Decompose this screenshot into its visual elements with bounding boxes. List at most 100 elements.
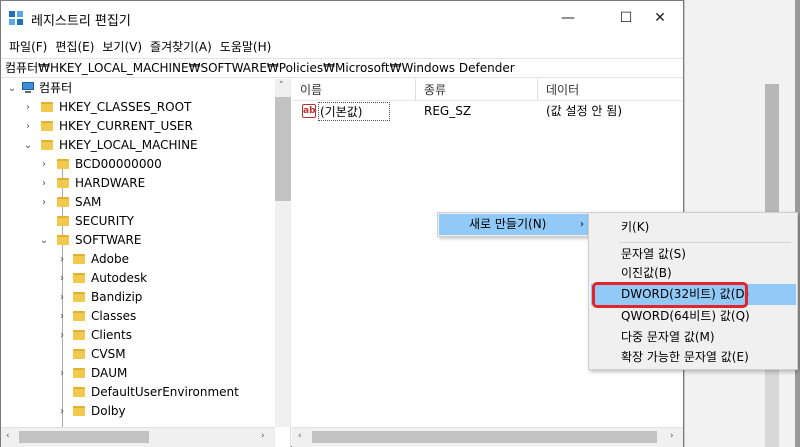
folder-icon [57, 235, 69, 245]
folder-icon [73, 330, 85, 340]
expand-icon[interactable]: › [57, 269, 67, 288]
folder-icon [73, 292, 85, 302]
tree-item-dolby[interactable]: › Dolby [1, 402, 271, 421]
submenu-item-key[interactable]: 키(K) [591, 217, 796, 238]
tree-item-hklm[interactable]: ⌄ HKEY_LOCAL_MACHINE [1, 136, 271, 155]
tree-item-security[interactable]: SECURITY [1, 212, 271, 231]
tree-item-daum[interactable]: › DAUM [1, 364, 271, 383]
tree-item-bcd[interactable]: › BCD00000000 [1, 155, 271, 174]
tree-item-classes[interactable]: › Classes [1, 307, 271, 326]
tree-item-label: HARDWARE [75, 176, 146, 190]
tree-item-cvsm[interactable]: CVSM [1, 345, 271, 364]
folder-icon [41, 102, 53, 112]
tree-item-sam[interactable]: › SAM [1, 193, 271, 212]
registry-tree: ⌄ 컴퓨터 › HKEY_CLASSES_ROOT › HKEY_CURRENT… [1, 79, 291, 447]
tree-item-label: SECURITY [75, 214, 134, 228]
tree-item-clients[interactable]: › Clients [1, 326, 271, 345]
menu-item-new[interactable]: 새로 만들기(N) › [439, 214, 590, 235]
expand-icon[interactable]: › [39, 174, 49, 193]
column-header-data[interactable]: 데이터 [538, 79, 683, 101]
value-type: REG_SZ [424, 104, 472, 118]
title-bar[interactable]: 레지스트리 편집기 — ☐ ✕ [1, 1, 683, 35]
tree-item-software[interactable]: ⌄ SOFTWARE [1, 231, 271, 250]
address-bar[interactable]: 컴퓨터₩HKEY_LOCAL_MACHINE₩SOFTWARE₩Policies… [1, 58, 683, 78]
folder-icon [57, 159, 69, 169]
folder-icon [73, 254, 85, 264]
expand-icon[interactable]: › [39, 193, 49, 212]
menu-file[interactable]: 파일(F) [5, 38, 51, 55]
menu-edit[interactable]: 편집(E) [51, 38, 98, 55]
collapse-icon[interactable]: ⌄ [7, 79, 17, 98]
folder-icon [73, 273, 85, 283]
submenu-arrow-icon: › [580, 219, 584, 230]
expand-icon[interactable]: › [57, 364, 67, 383]
expand-icon[interactable]: › [23, 98, 33, 117]
folder-icon [41, 121, 53, 131]
folder-icon [73, 406, 85, 416]
tree-item-adobe[interactable]: › Adobe [1, 250, 271, 269]
list-header: 이름 종류 데이터 [292, 79, 683, 101]
tree-item-label: HKEY_CURRENT_USER [59, 119, 193, 133]
submenu-item-multi-string-value[interactable]: 다중 문자열 값(M) [591, 327, 796, 348]
scroll-left-icon[interactable]: ‹ [6, 431, 10, 441]
collapse-icon[interactable]: ⌄ [39, 231, 49, 250]
tree-item-bandizip[interactable]: › Bandizip [1, 288, 271, 307]
submenu-item-qword-value[interactable]: QWORD(64비트) 값(Q) [591, 306, 796, 327]
expand-icon[interactable]: › [57, 250, 67, 269]
expand-icon[interactable]: › [57, 326, 67, 345]
folder-icon [57, 197, 69, 207]
folder-icon [73, 349, 85, 359]
column-header-type[interactable]: 종류 [416, 79, 538, 101]
tree-item-label: Classes [91, 309, 137, 323]
scroll-left-icon[interactable]: ‹ [298, 431, 302, 441]
tree-item-label: HKEY_LOCAL_MACHINE [59, 138, 198, 152]
tree-item-label: Clients [91, 328, 132, 342]
expand-icon[interactable]: › [57, 307, 67, 326]
tree-vertical-scroll-thumb[interactable] [275, 97, 291, 201]
tree-horizontal-scroll-thumb[interactable] [19, 431, 149, 443]
highlight-callout [592, 282, 748, 308]
expand-icon[interactable]: › [39, 155, 49, 174]
tree-item-label: Autodesk [91, 271, 148, 285]
submenu-item-string-value[interactable]: 문자열 값(S) [591, 244, 796, 265]
scroll-up-icon[interactable]: ˄ [279, 81, 284, 91]
computer-icon [21, 82, 35, 94]
tree-item-hkcr[interactable]: › HKEY_CLASSES_ROOT [1, 98, 271, 117]
value-data: (값 설정 안 됨) [546, 104, 623, 118]
close-button[interactable]: ✕ [637, 1, 683, 35]
value-name[interactable]: (기본값) [318, 102, 390, 121]
scroll-right-icon[interactable]: › [261, 431, 265, 441]
tree-item-computer[interactable]: ⌄ 컴퓨터 [1, 79, 271, 98]
tree-item-label: DAUM [91, 366, 128, 380]
menu-bar: 파일(F) 편집(E) 보기(V) 즐겨찾기(A) 도움말(H) [1, 35, 683, 57]
column-header-name[interactable]: 이름 [292, 79, 416, 101]
registry-app-icon [9, 11, 23, 25]
tree-item-label: HKEY_CLASSES_ROOT [59, 100, 192, 114]
tree-item-label: SAM [75, 195, 102, 209]
tree-item-defaultuserenvironment[interactable]: DefaultUserEnvironment [1, 383, 271, 402]
context-menu: 새로 만들기(N) › [437, 212, 592, 237]
menu-favorites[interactable]: 즐겨찾기(A) [146, 38, 216, 55]
submenu-item-expandable-string-value[interactable]: 확장 가능한 문자열 값(E) [591, 347, 796, 368]
tree-item-label: CVSM [91, 347, 126, 361]
menu-help[interactable]: 도움말(H) [216, 38, 276, 55]
menu-view[interactable]: 보기(V) [98, 38, 146, 55]
tree-item-label: SOFTWARE [75, 233, 142, 247]
expand-icon[interactable]: › [57, 288, 67, 307]
tree-item-label: DefaultUserEnvironment [91, 385, 239, 399]
tree-item-hardware[interactable]: › HARDWARE [1, 174, 271, 193]
menu-item-label: 새로 만들기(N) [469, 217, 547, 231]
tree-item-hkcu[interactable]: › HKEY_CURRENT_USER [1, 117, 271, 136]
window-title: 레지스트리 편집기 [31, 14, 131, 29]
tree-item-label: BCD00000000 [75, 157, 162, 171]
expand-icon[interactable]: › [57, 402, 67, 421]
list-horizontal-scroll-thumb[interactable] [312, 431, 657, 443]
expand-icon[interactable]: › [23, 117, 33, 136]
folder-icon [57, 178, 69, 188]
tree-item-label: 컴퓨터 [39, 81, 73, 95]
minimize-button[interactable]: — [545, 1, 591, 35]
submenu-item-binary-value[interactable]: 이진값(B) [591, 263, 796, 284]
collapse-icon[interactable]: ⌄ [23, 136, 33, 155]
scroll-right-icon[interactable]: › [670, 431, 674, 441]
tree-item-autodesk[interactable]: › Autodesk [1, 269, 271, 288]
